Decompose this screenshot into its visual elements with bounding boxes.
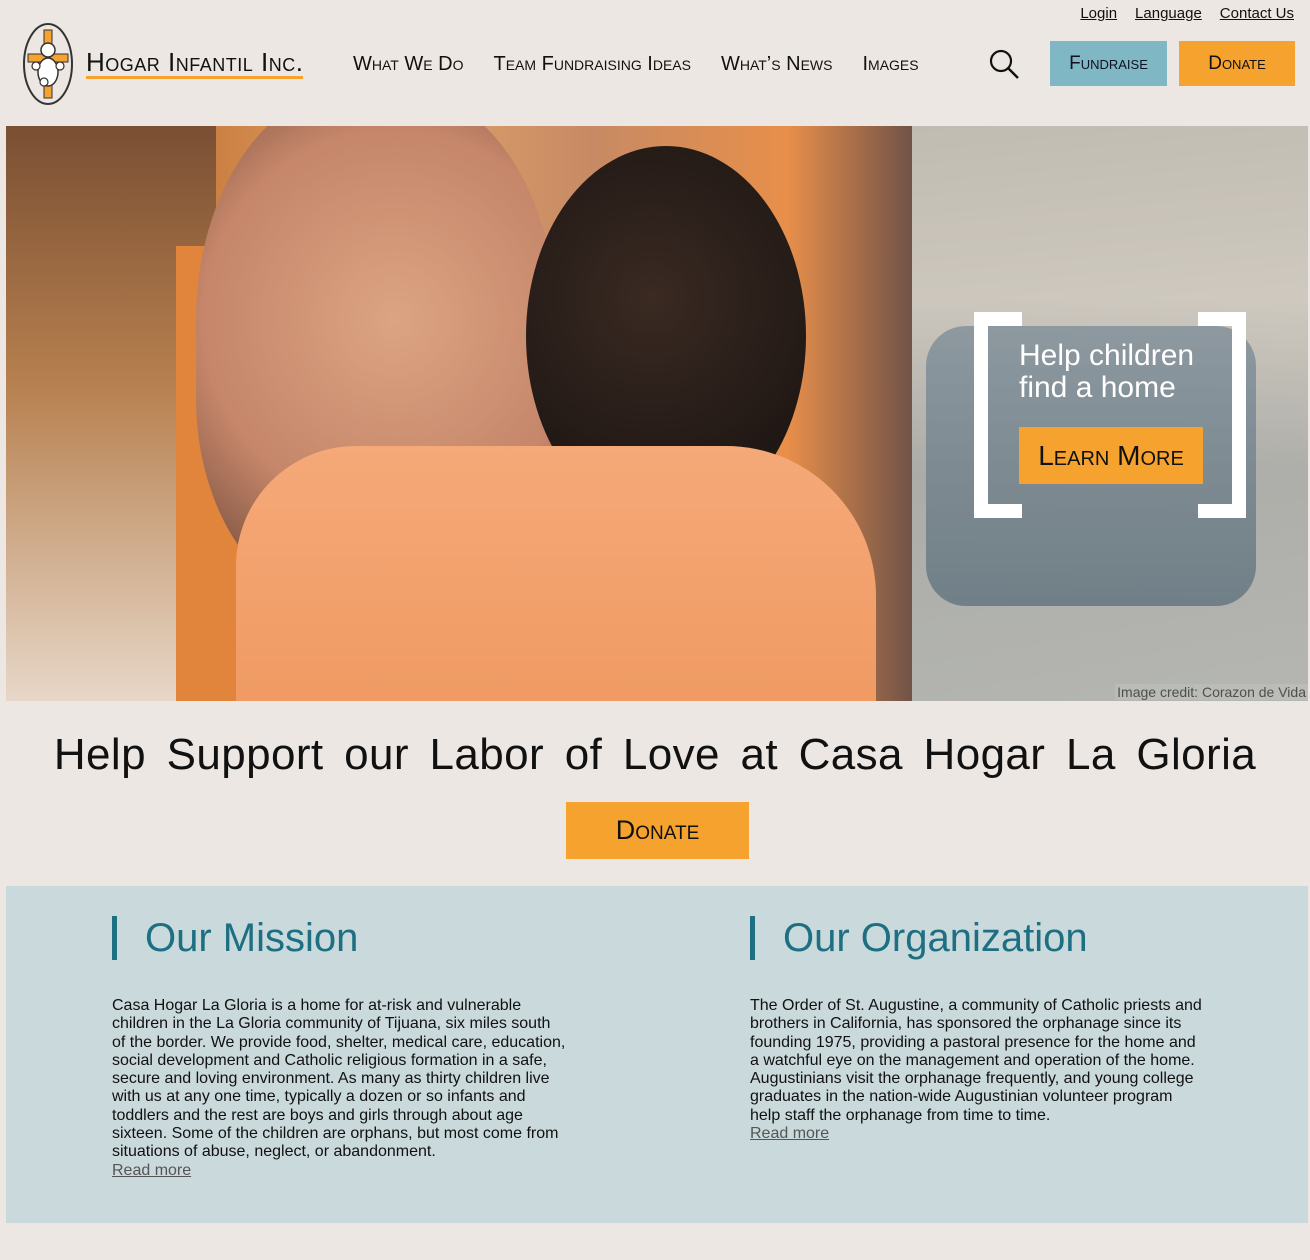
organization-text: The Order of St. Augustine, a community …: [750, 997, 1202, 1124]
nav-team-fundraising-ideas[interactable]: Team Fundraising Ideas: [494, 53, 691, 76]
donate-button-header[interactable]: Donate: [1179, 41, 1295, 86]
search-icon[interactable]: [988, 48, 1020, 80]
mission-column: Our Mission Casa Hogar La Gloria is a ho…: [112, 886, 572, 1180]
main-nav: What We Do Team Fundraising Ideas What’s…: [353, 53, 919, 76]
fundraise-button[interactable]: Fundraise: [1050, 41, 1167, 86]
contact-link[interactable]: Contact Us: [1220, 5, 1294, 22]
bracket-right-decoration: [1198, 312, 1246, 518]
donate-button-main[interactable]: Donate: [566, 802, 749, 859]
hero-headline-line2: find a home: [1019, 371, 1176, 405]
organization-column: Our Organization The Order of St. August…: [750, 886, 1210, 1143]
login-link[interactable]: Login: [1080, 5, 1117, 22]
utility-links: Login Language Contact Us: [1080, 5, 1294, 22]
brand-name: Hogar Infantil Inc.: [86, 47, 304, 79]
hero-headline: Help children find a home: [1019, 339, 1195, 405]
organization-read-more-link[interactable]: Read more: [750, 1125, 1210, 1143]
hero-overlay-panel: [912, 126, 1308, 701]
nav-whats-news[interactable]: What’s News: [721, 53, 833, 76]
support-tagline: Help Support our Labor of Love at Casa H…: [53, 730, 1257, 779]
hero-banner: Help children find a home Learn More Ima…: [6, 126, 1308, 701]
learn-more-button[interactable]: Learn More: [1019, 427, 1203, 484]
bracket-left-decoration: [974, 312, 1022, 518]
image-credit: Image credit: Corazon de Vida: [1115, 684, 1308, 700]
nav-what-we-do[interactable]: What We Do: [353, 53, 464, 76]
hero-headline-line1: Help children: [1019, 339, 1195, 372]
organization-heading: Our Organization: [750, 916, 1210, 960]
nav-images[interactable]: Images: [862, 53, 918, 76]
hero-photo-hug: [236, 446, 876, 701]
mission-text: Casa Hogar La Gloria is a home for at-ri…: [112, 997, 566, 1161]
brand-logo[interactable]: Hogar Infantil Inc.: [20, 20, 304, 108]
mission-read-more-link[interactable]: Read more: [112, 1162, 572, 1180]
logo-emblem-icon: [23, 23, 73, 105]
language-link[interactable]: Language: [1135, 5, 1202, 22]
info-section: Our Mission Casa Hogar La Gloria is a ho…: [6, 886, 1308, 1223]
mission-heading: Our Mission: [112, 916, 572, 960]
